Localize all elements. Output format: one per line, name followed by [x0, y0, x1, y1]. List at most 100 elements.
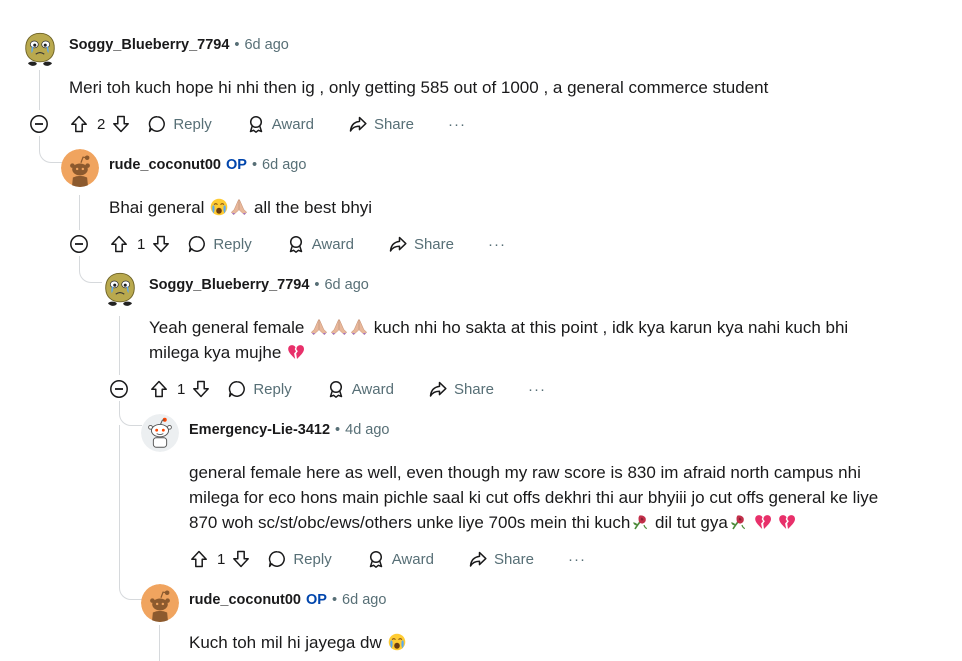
- thread-line-3[interactable]: [119, 316, 120, 375]
- award-label: Award: [311, 235, 354, 253]
- thread-elbow-3: [119, 401, 142, 426]
- thread-line-5[interactable]: [159, 625, 160, 661]
- more-options-button[interactable]: ···: [448, 116, 466, 133]
- author-name[interactable]: Soggy_Blueberry_7794: [69, 37, 229, 53]
- comment-text: kuch nhi ho sakta at this point , idk ky…: [373, 318, 849, 337]
- award-icon: [246, 114, 266, 134]
- downvote-icon: [111, 114, 131, 134]
- folded-hands-icon: [350, 318, 368, 336]
- award-button[interactable]: Award: [286, 234, 354, 254]
- comment-text: all the best bhyi: [253, 198, 373, 217]
- timestamp[interactable]: 4d ago: [345, 422, 389, 438]
- upvote-icon: [109, 234, 129, 254]
- avatar[interactable]: [101, 270, 139, 308]
- broken-heart-icon: [287, 343, 305, 361]
- timestamp[interactable]: 6d ago: [342, 592, 386, 608]
- thread-line-1[interactable]: [39, 70, 40, 110]
- thread-elbow-2: [79, 256, 102, 283]
- share-icon: [468, 549, 488, 569]
- comment-text: Bhai general: [109, 198, 205, 217]
- reply-button[interactable]: Reply: [267, 549, 332, 569]
- award-button[interactable]: Award: [326, 379, 394, 399]
- separator-dot: •: [335, 422, 341, 438]
- downvote-button[interactable]: [111, 114, 131, 134]
- share-label: Share: [493, 550, 534, 568]
- folded-hands-icon: [310, 318, 328, 336]
- upvote-button[interactable]: [149, 379, 169, 399]
- downvote-icon: [231, 549, 251, 569]
- avatar[interactable]: [61, 149, 99, 187]
- share-icon: [348, 114, 368, 134]
- author-name[interactable]: rude_coconut00: [189, 592, 301, 608]
- wilted-rose-icon: [631, 513, 649, 531]
- award-label: Award: [271, 115, 314, 133]
- comment-body: Kuch toh mil hi jayega dw: [189, 630, 407, 655]
- downvote-button[interactable]: [231, 549, 251, 569]
- separator-dot: •: [331, 592, 338, 608]
- broken-heart-icon: [778, 513, 796, 531]
- reply-button[interactable]: Reply: [187, 234, 252, 254]
- timestamp[interactable]: 6d ago: [244, 37, 288, 53]
- award-label: Award: [391, 550, 434, 568]
- share-button[interactable]: Share: [468, 549, 534, 569]
- reply-button[interactable]: Reply: [227, 379, 292, 399]
- reply-icon: [227, 379, 247, 399]
- comment-meta: rude_coconut00 OP • 6d ago: [189, 592, 386, 608]
- avatar[interactable]: [141, 584, 179, 622]
- vote-count: 1: [137, 235, 146, 253]
- share-button[interactable]: Share: [428, 379, 494, 399]
- collapse-thread-icon[interactable]: [109, 379, 129, 399]
- folded-hands-icon: [230, 198, 248, 216]
- timestamp[interactable]: 6d ago: [262, 157, 306, 173]
- upvote-icon: [149, 379, 169, 399]
- collapse-thread-icon[interactable]: [29, 114, 49, 134]
- green-blob-avatar-icon: [21, 30, 59, 68]
- comment-actions: 1 Reply Award Share ···: [149, 376, 546, 402]
- crying-face-icon: [388, 633, 406, 651]
- award-icon: [326, 379, 346, 399]
- award-button[interactable]: Award: [246, 114, 314, 134]
- thread-line-3b[interactable]: [119, 425, 120, 587]
- upvote-icon: [69, 114, 89, 134]
- award-button[interactable]: Award: [366, 549, 434, 569]
- thread-line-2[interactable]: [79, 195, 80, 230]
- comment-meta: Emergency-Lie-3412 • 4d ago: [189, 422, 389, 438]
- folded-hands-icon: [330, 318, 348, 336]
- upvote-button[interactable]: [189, 549, 209, 569]
- downvote-button[interactable]: [151, 234, 171, 254]
- award-label: Award: [351, 380, 394, 398]
- author-name[interactable]: rude_coconut00: [109, 157, 221, 173]
- avatar[interactable]: [21, 30, 59, 68]
- comment-meta: Soggy_Blueberry_7794 • 6d ago: [69, 37, 289, 53]
- default-snoo-avatar-icon: [141, 584, 179, 622]
- comment-text: 870 woh sc/st/obc/ews/others unke liye 7…: [189, 513, 631, 532]
- author-name[interactable]: Soggy_Blueberry_7794: [149, 277, 309, 293]
- upvote-button[interactable]: [109, 234, 129, 254]
- reply-button[interactable]: Reply: [147, 114, 212, 134]
- more-options-button[interactable]: ···: [568, 551, 586, 568]
- comment-text: general female here as well, even though…: [189, 463, 861, 482]
- avatar[interactable]: [141, 414, 179, 452]
- comment-actions: 1 Reply Award Share ···: [109, 231, 506, 257]
- more-options-button[interactable]: ···: [488, 236, 506, 253]
- upvote-button[interactable]: [69, 114, 89, 134]
- share-button[interactable]: Share: [348, 114, 414, 134]
- share-button[interactable]: Share: [388, 234, 454, 254]
- thread-elbow-4: [119, 585, 142, 600]
- reply-label: Reply: [173, 115, 212, 133]
- share-label: Share: [373, 115, 414, 133]
- comment-actions: 2 Reply Award Share ···: [69, 111, 466, 137]
- timestamp[interactable]: 6d ago: [324, 277, 368, 293]
- comment-text: milega kya mujhe: [149, 343, 282, 362]
- reply-icon: [147, 114, 167, 134]
- downvote-icon: [191, 379, 211, 399]
- separator-dot: •: [234, 37, 240, 53]
- downvote-button[interactable]: [191, 379, 211, 399]
- more-options-button[interactable]: ···: [528, 381, 546, 398]
- share-label: Share: [453, 380, 494, 398]
- collapse-thread-icon[interactable]: [69, 234, 89, 254]
- author-name[interactable]: Emergency-Lie-3412: [189, 422, 330, 438]
- comment-body: general female here as well, even though…: [189, 460, 959, 535]
- reply-icon: [267, 549, 287, 569]
- op-badge: OP: [226, 157, 247, 173]
